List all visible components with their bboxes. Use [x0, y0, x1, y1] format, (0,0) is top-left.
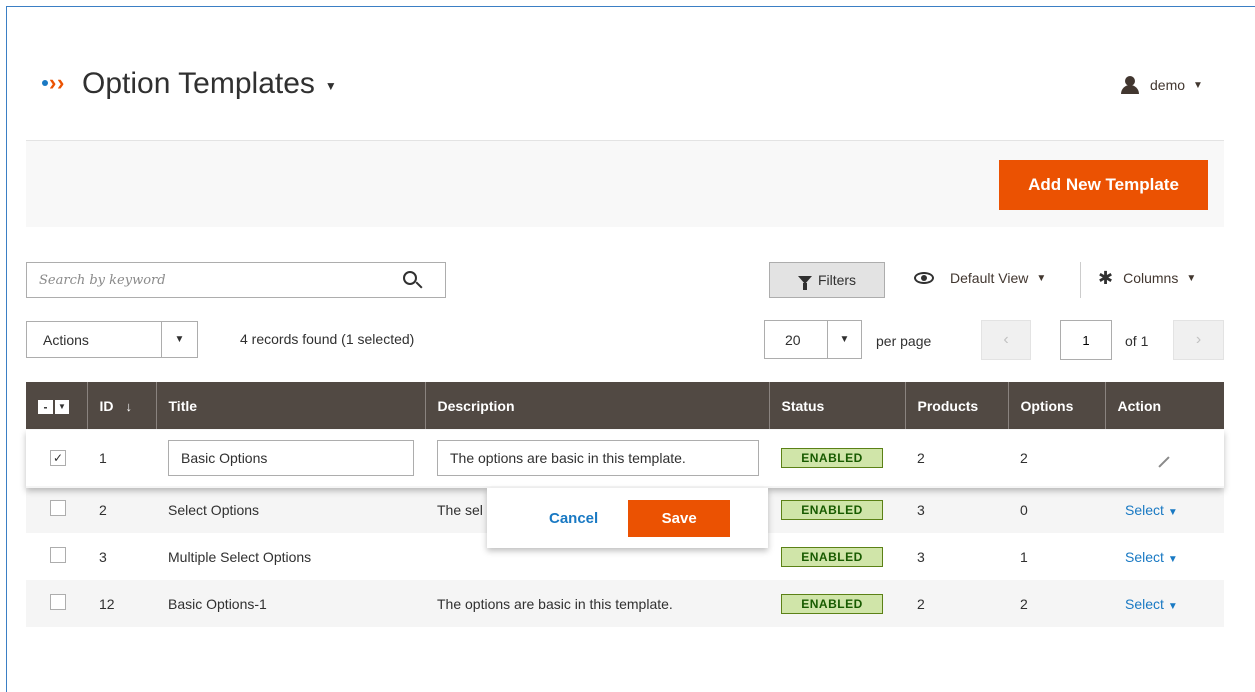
description-edit-input[interactable] [437, 439, 759, 476]
chevron-down-icon: ▼ [1186, 272, 1197, 284]
search-box[interactable] [26, 262, 446, 298]
page-title[interactable]: Option Templates [82, 67, 315, 101]
row-options: 2 [1008, 429, 1105, 486]
row-id: 12 [87, 580, 156, 627]
page-header: › › Option Templates ▼ [42, 62, 337, 106]
column-title[interactable]: Title [155, 382, 425, 429]
records-count: 4 records found (1 selected) [240, 331, 415, 347]
chevron-down-icon: ▼ [1167, 600, 1178, 612]
table-row[interactable]: 12 Basic Options-1 The options are basic… [26, 580, 1224, 627]
row-id: 2 [87, 486, 156, 533]
row-products: 2 [905, 580, 1008, 627]
view-label: Default View [950, 270, 1029, 286]
columns-control[interactable]: ✱ Columns ▼ [1098, 268, 1197, 288]
row-title: Select Options [156, 486, 425, 533]
row-action-select[interactable]: Select ▼ [1125, 596, 1178, 612]
user-icon [1120, 76, 1140, 94]
column-products[interactable]: Products [904, 382, 1008, 429]
actions-label: Actions [43, 331, 89, 348]
row-products: 3 [905, 533, 1008, 580]
status-badge: ENABLED [781, 447, 883, 468]
inline-edit-actions: Cancel Save [487, 488, 768, 548]
column-status[interactable]: Status [768, 382, 905, 429]
filters-button[interactable]: Filters [769, 262, 885, 298]
user-menu[interactable]: demo ▼ [1120, 76, 1203, 94]
mass-select-header[interactable]: - ▼ [26, 382, 87, 429]
title-edit-input[interactable] [168, 439, 414, 476]
status-badge: ENABLED [781, 546, 883, 567]
search-icon[interactable] [403, 271, 423, 291]
row-options: 0 [1008, 486, 1105, 533]
save-button[interactable]: Save [628, 499, 731, 537]
view-switcher[interactable]: Default View ▼ [914, 270, 1046, 286]
chevron-down-icon: ▼ [1167, 553, 1178, 565]
gear-icon: ✱ [1098, 268, 1114, 288]
table-row[interactable]: ✓ 1 ENABLED 2 2 [26, 429, 1224, 486]
logo-icon: › › [42, 72, 72, 96]
chevron-down-icon: ▼ [1036, 272, 1047, 284]
toolbar-divider [1080, 262, 1081, 298]
filters-label: Filters [817, 272, 857, 288]
mass-select-checkbox[interactable]: - [38, 399, 53, 414]
grid-header-row: - ▼ ID ↓ Title Description Status Products… [26, 382, 1224, 429]
mass-actions-select[interactable]: Actions ▼ [26, 321, 198, 358]
column-options[interactable]: Options [1007, 382, 1105, 429]
add-new-template-button[interactable]: Add New Template [999, 160, 1208, 210]
row-options: 2 [1008, 580, 1105, 627]
row-title: Multiple Select Options [156, 533, 425, 580]
funnel-icon [797, 276, 812, 290]
pencil-icon[interactable] [1158, 455, 1170, 468]
columns-label: Columns [1123, 270, 1179, 286]
per-page-select[interactable]: 20 ▼ [764, 320, 862, 359]
column-action: Action [1104, 382, 1224, 429]
chevron-down-icon: ▼ [161, 322, 197, 357]
title-caret-icon[interactable]: ▼ [325, 79, 337, 93]
next-page-button[interactable]: › [1173, 320, 1224, 360]
row-id: 3 [87, 533, 156, 580]
row-products: 2 [905, 429, 1008, 486]
row-checkbox[interactable] [50, 594, 66, 610]
eye-icon [914, 272, 934, 284]
per-page-value: 20 [785, 331, 801, 348]
row-id: 1 [87, 429, 156, 486]
column-id[interactable]: ID ↓ [86, 382, 156, 429]
row-title: Basic Options-1 [156, 580, 425, 627]
chevron-down-icon: ▼ [1193, 79, 1203, 91]
status-badge: ENABLED [781, 593, 883, 614]
chevron-down-icon[interactable]: ▼ [55, 399, 69, 414]
search-input[interactable] [27, 272, 387, 288]
cancel-button[interactable]: Cancel [549, 510, 598, 527]
user-name: demo [1150, 77, 1186, 93]
row-checkbox[interactable] [50, 547, 66, 563]
sort-arrow-icon: ↓ [125, 398, 133, 414]
per-page-label: per page [876, 333, 932, 349]
row-action-select[interactable]: Select ▼ [1125, 502, 1178, 518]
row-products: 3 [905, 486, 1008, 533]
prev-page-button[interactable]: ‹ [981, 320, 1031, 360]
page-number-input[interactable] [1060, 320, 1112, 360]
row-checkbox[interactable]: ✓ [50, 450, 66, 466]
chevron-down-icon: ▼ [827, 321, 861, 358]
chevron-down-icon: ▼ [1167, 506, 1178, 518]
row-description: The options are basic in this template. [425, 580, 769, 627]
row-checkbox[interactable] [50, 500, 66, 516]
column-description[interactable]: Description [424, 382, 769, 429]
row-action-select[interactable]: Select ▼ [1125, 549, 1178, 565]
status-badge: ENABLED [781, 499, 883, 520]
page-actions-bar: Add New Template [26, 140, 1224, 227]
row-options: 1 [1008, 533, 1105, 580]
page-total: of 1 [1125, 333, 1149, 349]
